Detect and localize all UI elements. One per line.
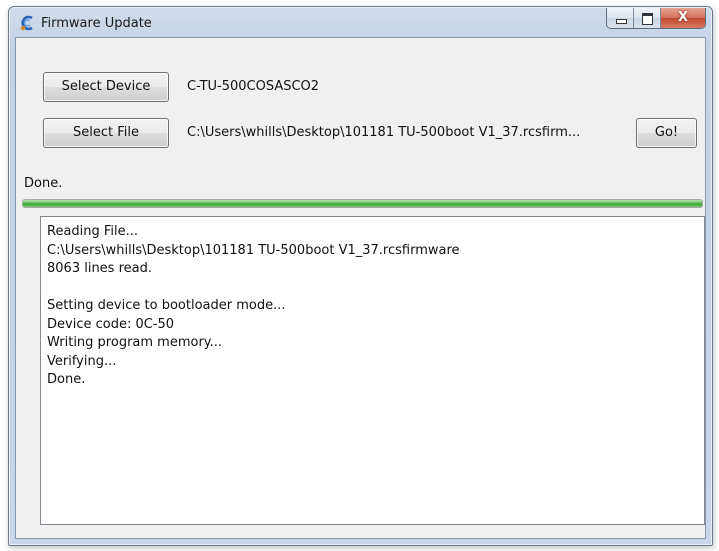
progress-bar-fill [23, 200, 702, 207]
select-device-button[interactable]: Select Device [43, 72, 169, 102]
log-line: Verifying... [47, 353, 117, 369]
log-line: 8063 lines read. [47, 261, 152, 276]
select-file-button[interactable]: Select File [43, 118, 169, 148]
log-line: Setting device to bootloader mode... [47, 298, 286, 313]
maximize-button[interactable] [634, 8, 661, 28]
title-bar[interactable]: Firmware Update X [9, 7, 712, 37]
minimize-button[interactable] [607, 8, 634, 28]
log-output[interactable]: Reading File... C:\Users\whills\Desktop\1… [40, 216, 705, 525]
window-title: Firmware Update [41, 16, 152, 31]
log-line: Reading File... [47, 224, 139, 239]
client-area: Select Device C-TU-500COSASCO2 Select Fi… [15, 37, 706, 539]
progress-bar [22, 199, 703, 208]
log-line: Device code: 0C-50 [47, 316, 175, 332]
log-line: Done. [47, 372, 86, 387]
status-text: Done. [24, 176, 63, 191]
log-line: C:\Users\whills\Desktop\101181 TU-500boo… [47, 242, 460, 258]
firmware-app-icon [20, 15, 33, 31]
go-button[interactable]: Go! [636, 118, 697, 148]
close-button[interactable]: X [661, 8, 705, 28]
caption-buttons: X [606, 8, 706, 29]
firmware-update-window: Firmware Update X Select Device C-TU-500… [8, 6, 713, 546]
log-line: Writing program memory... [47, 335, 223, 350]
maximize-icon [642, 13, 653, 25]
close-icon: X [677, 10, 689, 25]
minimize-icon [616, 19, 627, 24]
device-name-value: C-TU-500COSASCO2 [187, 79, 320, 94]
file-path-value: C:\Users\whills\Desktop\101181 TU-500boo… [187, 125, 581, 140]
